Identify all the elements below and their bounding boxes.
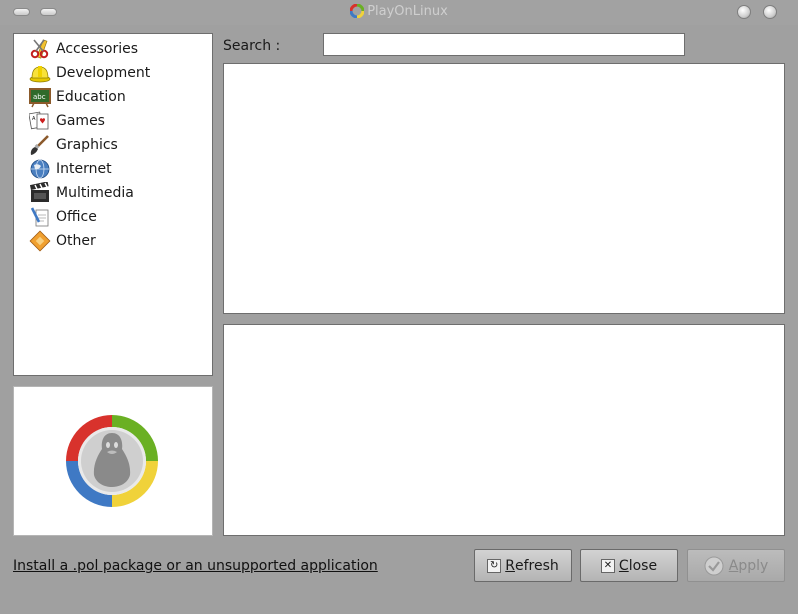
category-item-education[interactable]: abc Education xyxy=(14,85,212,109)
title-bar: PlayOnLinux xyxy=(0,0,798,25)
window-title: PlayOnLinux xyxy=(0,3,798,22)
category-item-games[interactable]: A Games xyxy=(14,109,212,133)
close-mnemonic: C xyxy=(618,557,629,574)
clapperboard-icon xyxy=(29,182,49,202)
refresh-button[interactable]: ↻ Refresh xyxy=(474,549,572,582)
playonlinux-logo-icon xyxy=(66,415,158,507)
application-list[interactable] xyxy=(223,63,785,314)
apply-mnemonic: A xyxy=(728,557,739,574)
category-label: Accessories xyxy=(56,41,139,57)
category-label: Other xyxy=(56,233,96,249)
category-item-office[interactable]: Office xyxy=(14,205,212,229)
category-label: Multimedia xyxy=(56,185,134,201)
scissors-ruler-icon xyxy=(30,39,49,59)
refresh-label: efresh xyxy=(514,557,559,574)
application-description-panel xyxy=(223,324,785,536)
refresh-icon: ↻ xyxy=(487,558,502,573)
diamond-icon xyxy=(29,230,51,252)
refresh-mnemonic: R xyxy=(505,557,515,574)
globe-icon xyxy=(30,159,50,179)
close-window-button[interactable] xyxy=(763,5,777,19)
svg-text:A: A xyxy=(32,116,36,122)
category-list[interactable]: Accessories Development abc Education A … xyxy=(13,33,213,376)
search-label: Search : xyxy=(223,38,281,54)
category-item-graphics[interactable]: Graphics xyxy=(14,133,212,157)
search-input[interactable] xyxy=(323,33,685,56)
apply-button[interactable]: Apply xyxy=(687,549,785,582)
chalkboard-icon: abc xyxy=(29,88,51,108)
category-label: Graphics xyxy=(56,137,118,153)
close-button[interactable]: ✕ Close xyxy=(580,549,678,582)
category-item-other[interactable]: Other xyxy=(14,229,212,253)
category-label: Games xyxy=(56,113,105,129)
category-label: Office xyxy=(56,209,97,225)
category-item-accessories[interactable]: Accessories xyxy=(14,37,212,61)
install-package-link[interactable]: Install a .pol package or an unsupported… xyxy=(13,558,378,574)
minimize-button[interactable] xyxy=(737,5,751,19)
playonlinux-icon xyxy=(349,3,365,22)
close-icon: ✕ xyxy=(600,558,615,573)
pen-paper-icon xyxy=(30,207,49,227)
playing-cards-icon: A xyxy=(29,111,49,130)
category-item-development[interactable]: Development xyxy=(14,61,212,85)
checkmark-icon xyxy=(704,556,724,575)
category-label: Internet xyxy=(56,161,112,177)
category-label: Development xyxy=(56,65,151,81)
logo-panel xyxy=(13,386,213,536)
category-item-multimedia[interactable]: Multimedia xyxy=(14,181,212,205)
paintbrush-icon xyxy=(30,135,49,155)
window-title-text: PlayOnLinux xyxy=(367,4,448,19)
svg-text:abc: abc xyxy=(33,93,46,101)
apply-label: pply xyxy=(738,557,769,574)
category-item-internet[interactable]: Internet xyxy=(14,157,212,181)
category-label: Education xyxy=(56,89,126,105)
close-label: lose xyxy=(628,557,658,574)
hardhat-icon xyxy=(29,66,51,83)
